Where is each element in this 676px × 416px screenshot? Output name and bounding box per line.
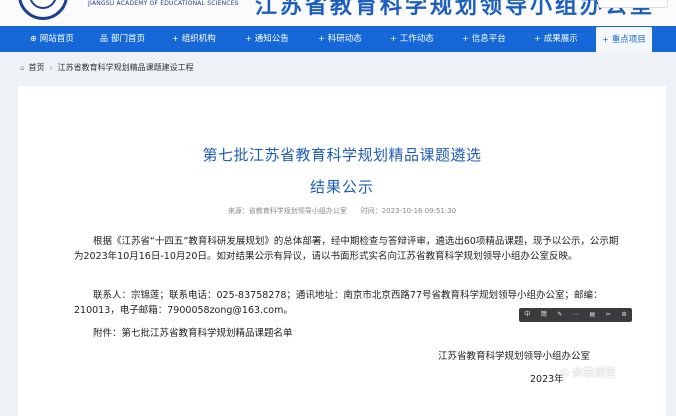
breadcrumb-separator: › <box>49 63 53 72</box>
more-icon[interactable]: ⋯ <box>573 308 579 322</box>
home-icon: ⌂ <box>20 64 25 72</box>
plus-icon: + <box>318 34 325 43</box>
cut-icon[interactable]: ✂ <box>606 308 611 322</box>
plus-icon: + <box>534 34 541 43</box>
edit-icon[interactable]: ✎ <box>557 308 562 322</box>
article-time: 时间：2023-10-16 09:51:30 <box>360 207 457 215</box>
floating-toolbar: 中 簡 ✎ ⋯ ▤ ✂ ⚙ <box>519 308 632 322</box>
site-header: JIANGSU ACADEMY OF EDUCATIONAL SCIENCES … <box>0 0 676 26</box>
nav-item-notices[interactable]: + 通知公告 <box>245 26 289 52</box>
article-date: 2023年 <box>530 374 564 385</box>
banner-title: 江苏省教育科学规划领导小组办公室 <box>255 0 656 19</box>
sitemap-icon: 品 <box>100 34 108 43</box>
academy-logo[interactable] <box>18 0 68 20</box>
search-input[interactable] <box>598 0 668 8</box>
nav-item-key-projects[interactable]: + 重点项目 <box>596 27 652 52</box>
breadcrumb: ⌂ 首页 › 江苏省教育科学规划精品课题建设工程 <box>20 62 194 73</box>
plus-icon: + <box>462 34 469 43</box>
article-signature: 江苏省教育科学规划领导小组办公室 <box>438 351 591 362</box>
chat-bubble-icon: ◔ <box>560 368 569 379</box>
plus-icon: + <box>245 34 252 43</box>
nav-item-info-platform[interactable]: + 信息平台 <box>462 26 506 52</box>
chinese-toggle-button[interactable]: 中 <box>524 308 530 322</box>
plus-icon: + <box>390 34 397 43</box>
logo-english-name: JIANGSU ACADEMY OF EDUCATIONAL SCIENCES <box>88 0 239 7</box>
main-nav: ⊕ 网站首页 品部门首页 + 组织机构 + 通知公告 + 科研动态 + 工作动态 + 信息平… <box>0 26 676 52</box>
article-source: 来源：省教育科学规划领导小组办公室 <box>227 207 347 215</box>
article-paragraph-1: 根据《江苏省“十四五”教育科研发展规划》的总体部署，经中期检查与答辩评审，遴选出… <box>74 236 619 262</box>
nav-item-research-news[interactable]: + 科研动态 <box>318 26 362 52</box>
list-icon[interactable]: ▤ <box>590 308 596 322</box>
article-title-line1: 第七批江苏省教育科学规划精品课题遴选 <box>202 146 482 164</box>
nav-item-home[interactable]: ⊕ 网站首页 <box>30 26 74 52</box>
article-title-line2: 结果公示 <box>309 178 374 196</box>
article-meta: 来源：省教育科学规划领导小组办公室 时间：2023-10-16 09:51:30 <box>18 206 666 216</box>
nav-item-organization[interactable]: + 组织机构 <box>172 26 216 52</box>
plus-icon: + <box>172 34 179 43</box>
nav-item-work-news[interactable]: + 工作动态 <box>390 26 434 52</box>
article-attachment[interactable]: 附件：第七批江苏省教育科学规划精品课题名单 <box>74 326 619 341</box>
simplified-toggle-button[interactable]: 簡 <box>541 308 547 322</box>
breadcrumb-current[interactable]: 江苏省教育科学规划精品课题建设工程 <box>58 63 194 72</box>
plus-icon: + <box>602 35 609 44</box>
breadcrumb-home[interactable]: 首页 <box>28 63 44 72</box>
home-icon: ⊕ <box>30 34 37 43</box>
settings-icon[interactable]: ⚙ <box>621 308 626 322</box>
watermark: ◔ 余集课堂 <box>560 366 616 379</box>
nav-item-dept-home[interactable]: 品部门首页 <box>100 26 145 52</box>
nav-item-achievements[interactable]: + 成果展示 <box>534 26 578 52</box>
